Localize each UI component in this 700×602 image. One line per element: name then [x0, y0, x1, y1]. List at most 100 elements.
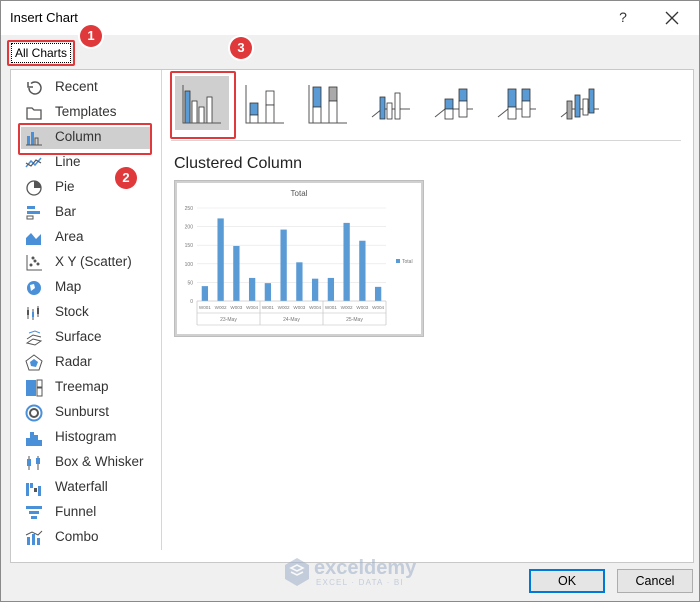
subtype-3d-100-stacked-column[interactable] — [490, 76, 544, 130]
templates-icon — [25, 104, 43, 122]
step-badge-1: 1 — [80, 25, 102, 47]
column-bar — [201, 286, 209, 301]
sidebar-item-label: Combo — [55, 529, 99, 544]
subtype-3d-stacked-column[interactable] — [427, 76, 481, 130]
sidebar-item-label: Histogram — [55, 429, 117, 444]
x-tick-label: W003 — [293, 305, 305, 310]
sidebar-item-treemap[interactable]: Treemap — [21, 377, 151, 399]
sidebar-item-area[interactable]: Area — [21, 227, 151, 249]
column-bar — [280, 229, 287, 301]
highlight-column — [18, 123, 152, 155]
sidebar-item-radar[interactable]: Radar — [21, 352, 151, 374]
x-tick-label: W003 — [230, 305, 242, 310]
sidebar-item-label: Line — [55, 154, 81, 169]
sidebar-item-label: Sunburst — [55, 404, 110, 419]
line-chart-icon — [25, 154, 43, 172]
sidebar-item-label: Treemap — [55, 379, 109, 394]
column-bar — [374, 286, 382, 301]
pie-chart-icon — [25, 179, 43, 197]
help-button[interactable]: ? — [613, 9, 633, 27]
treemap-chart-icon — [25, 379, 43, 397]
sidebar-item-map[interactable]: Map — [21, 277, 151, 299]
x-tick-label: W001 — [262, 305, 274, 310]
y-tick-label: 200 — [185, 225, 194, 231]
column-bar — [233, 245, 240, 301]
3d-stacked-column-icon — [434, 88, 473, 120]
3d-clustered-column-icon — [371, 92, 410, 120]
chart-subtype-row — [171, 70, 681, 141]
column-bar — [343, 222, 350, 301]
scatter-chart-icon — [25, 254, 43, 272]
watermark-name: exceldemy — [314, 557, 417, 579]
y-tick-label: 0 — [190, 299, 193, 305]
x-tick-label: W001 — [325, 305, 337, 310]
histogram-chart-icon — [25, 429, 43, 447]
x-tick-label: W002 — [215, 305, 227, 310]
column-bar — [248, 277, 256, 301]
subtype-3d-column[interactable] — [553, 76, 607, 130]
x-tick-label: W002 — [278, 305, 290, 310]
sidebar-item-histogram[interactable]: Histogram — [21, 427, 151, 449]
3d-column-icon — [560, 88, 599, 120]
area-chart-icon — [25, 229, 43, 247]
legend-label: Total — [402, 259, 413, 265]
funnel-chart-icon — [25, 504, 43, 522]
subtype-stacked-column[interactable] — [238, 76, 292, 130]
exceldemy-watermark: exceldemy EXCEL · DATA · BI — [284, 555, 434, 589]
ok-button[interactable]: OK — [529, 569, 605, 593]
x-tick-label: W002 — [341, 305, 353, 310]
x-tick-label: W003 — [356, 305, 368, 310]
sidebar-item-waterfall[interactable]: Waterfall — [21, 477, 151, 499]
sidebar-item-combo[interactable]: Combo — [21, 527, 151, 549]
sidebar-item-templates[interactable]: Templates — [21, 102, 151, 124]
column-bar — [296, 262, 303, 301]
x-group-label: 23-May — [220, 317, 237, 323]
column-bar — [359, 240, 366, 301]
box-whisker-chart-icon — [25, 454, 43, 472]
sidebar-item-label: Map — [55, 279, 82, 294]
sidebar-item-label: Bar — [55, 204, 77, 219]
sidebar-item-label: Templates — [55, 104, 117, 119]
column-bar — [311, 278, 319, 301]
watermark-tagline: EXCEL · DATA · BI — [316, 578, 404, 587]
sidebar-item-surface[interactable]: Surface — [21, 327, 151, 349]
sidebar-item-box-whisker[interactable]: Box & Whisker — [21, 452, 151, 474]
3d-100-stacked-column-icon — [497, 88, 536, 120]
column-bar — [217, 218, 224, 301]
sidebar-item-label: Funnel — [55, 504, 97, 519]
sidebar-item-bar[interactable]: Bar — [21, 202, 151, 224]
cancel-button[interactable]: Cancel — [617, 569, 693, 593]
column-bar — [327, 277, 335, 301]
close-icon — [665, 11, 679, 25]
radar-chart-icon — [25, 354, 43, 372]
sunburst-chart-icon — [25, 404, 43, 422]
subtype-title: Clustered Column — [174, 155, 303, 172]
sidebar-item-label: Pie — [55, 179, 75, 194]
dialog-title: Insert Chart — [10, 10, 78, 25]
sidebar-item-recent[interactable]: Recent — [21, 77, 151, 99]
x-tick-label: W001 — [199, 305, 211, 310]
waterfall-chart-icon — [25, 479, 43, 497]
x-tick-label: W004 — [246, 305, 258, 310]
y-tick-label: 250 — [185, 206, 194, 212]
step-badge-3: 3 — [230, 37, 252, 59]
highlight-clustered-column — [170, 71, 236, 139]
subtype-100-stacked-column[interactable] — [301, 76, 355, 130]
bar-chart-icon — [25, 204, 43, 222]
close-button[interactable] — [661, 7, 683, 29]
sidebar-item-sunburst[interactable]: Sunburst — [21, 402, 151, 424]
sidebar-item-label: Stock — [55, 304, 89, 319]
sidebar-item-label: Recent — [55, 79, 98, 94]
sidebar-item-label: X Y (Scatter) — [55, 254, 132, 269]
sidebar-item-stock[interactable]: Stock — [21, 302, 151, 324]
insert-chart-dialog: Insert Chart ? All Charts 1 Recent Templa… — [0, 0, 700, 602]
y-tick-label: 100 — [185, 262, 194, 268]
x-group-label: 24-May — [283, 317, 300, 323]
chart-preview[interactable]: Total 0 50 100 150 200 250 W001 W002 W003 W004 W001… — [174, 180, 424, 337]
y-tick-label: 50 — [187, 280, 193, 286]
subtype-3d-clustered-column[interactable] — [364, 76, 418, 130]
x-tick-label: W004 — [309, 305, 321, 310]
sidebar-item-funnel[interactable]: Funnel — [21, 502, 151, 524]
preview-chart: Total050100150200250W001 W002 W003 W004 W001… — [178, 184, 420, 333]
sidebar-item-scatter[interactable]: X Y (Scatter) — [21, 252, 151, 274]
